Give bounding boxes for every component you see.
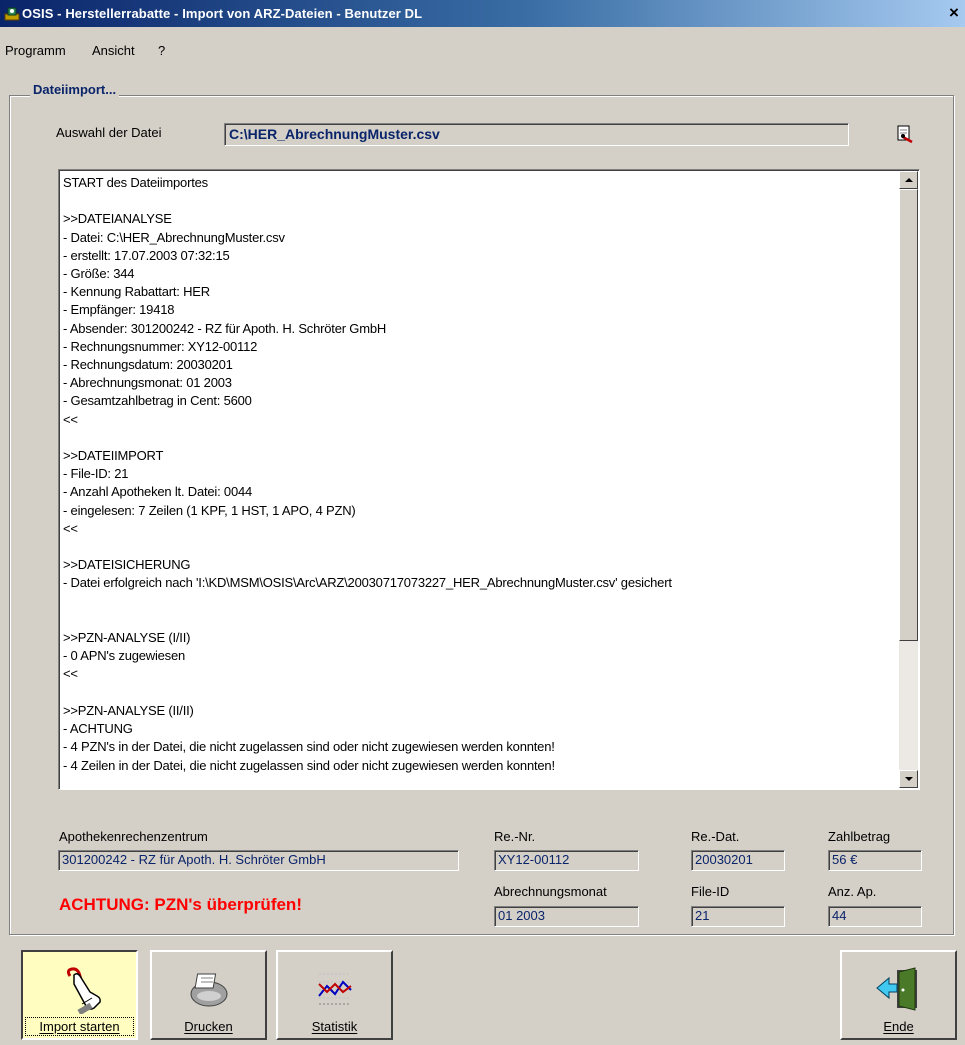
menu-help[interactable]: ? <box>158 43 165 58</box>
printer-icon <box>185 966 233 1017</box>
app-icon <box>4 5 20 24</box>
print-button[interactable]: Drucken <box>150 950 267 1040</box>
monat-field: 01 2003 <box>494 906 639 927</box>
menu-ansicht[interactable]: Ansicht <box>92 43 135 58</box>
log-line: >>PZN-ANALYSE (II/II) <box>63 702 194 718</box>
log-line: - eingelesen: 7 Zeilen (1 KPF, 1 HST, 1 … <box>63 502 356 518</box>
log-line: - Rechnungsdatum: 20030201 <box>63 357 233 373</box>
log-line: - ACHTUNG <box>63 721 133 737</box>
scroll-thumb[interactable] <box>899 189 918 641</box>
log-line: - Datei: C:\HER_AbrechnungMuster.csv <box>63 229 285 245</box>
log-scrollbar[interactable] <box>899 171 918 788</box>
fileid-label: File-ID <box>691 884 730 899</box>
file-label: Auswahl der Datei <box>56 125 162 140</box>
log-line: << <box>63 411 78 427</box>
anzap-label: Anz. Ap. <box>828 884 877 899</box>
print-label: Drucken <box>184 1019 233 1034</box>
scroll-down-icon[interactable] <box>899 770 918 788</box>
import-log[interactable]: START des Dateiimportes >>DATEIANALYSE - … <box>58 169 920 790</box>
log-line: - 4 Zeilen in der Datei, die nicht zugel… <box>63 757 555 773</box>
log-line: - Empfänger: 19418 <box>63 302 175 318</box>
zahlbetrag-label: Zahlbetrag <box>828 829 891 844</box>
log-line: START des Dateiimportes <box>63 175 208 190</box>
log-line: >>DATEISICHERUNG <box>63 557 191 573</box>
title-bar: OSIS - Herstellerrabatte - Import von AR… <box>0 0 965 27</box>
log-line: - erstellt: 17.07.2003 07:32:15 <box>63 247 230 263</box>
window-title: OSIS - Herstellerrabatte - Import von AR… <box>22 6 423 21</box>
log-line: - Größe: 344 <box>63 266 135 282</box>
log-line: - Gesamtzahlbetrag in Cent: 5600 <box>63 393 252 409</box>
log-line: - Absender: 301200242 - RZ für Apoth. H.… <box>63 320 387 336</box>
renr-label: Re.-Nr. <box>494 829 536 844</box>
groupbox-title: Dateiimport... <box>30 82 120 97</box>
anzap-field: 44 <box>828 906 922 927</box>
scroll-up-icon[interactable] <box>899 171 918 189</box>
log-line: - File-ID: 21 <box>63 466 129 482</box>
open-file-icon[interactable] <box>895 124 915 144</box>
redat-field: 20030201 <box>691 850 785 871</box>
pzn-warning: ACHTUNG: PZN's überprüfen! <box>59 895 302 914</box>
log-line: - Datei erfolgreich nach 'I:\KD\MSM\OSIS… <box>63 575 672 591</box>
monat-label: Abrechnungsmonat <box>494 884 607 899</box>
arz-label: Apothekenrechenzentrum <box>59 829 208 844</box>
exit-label: Ende <box>883 1019 914 1034</box>
exit-button[interactable]: Ende <box>840 950 957 1040</box>
log-line: << <box>63 520 78 536</box>
log-line: - Kennung Rabattart: HER <box>63 284 210 300</box>
arz-field: 301200242 - RZ für Apoth. H. Schröter Gm… <box>58 850 459 871</box>
statistics-button[interactable]: Statistik <box>276 950 393 1040</box>
renr-field: XY12-00112 <box>494 850 639 871</box>
log-line: - 4 PZN's in der Datei, die nicht zugela… <box>63 739 555 755</box>
log-text: START des Dateiimportes >>DATEIANALYSE - … <box>63 174 897 786</box>
log-line: - Abrechnungsmonat: 01 2003 <box>63 375 232 391</box>
log-line: - Anzahl Apotheken lt. Datei: 0044 <box>63 484 253 500</box>
log-line: >>PZN-ANALYSE (I/II) <box>63 630 191 646</box>
exit-door-icon <box>875 966 923 1017</box>
log-line: << <box>63 666 78 682</box>
hand-pointer-icon <box>56 966 104 1017</box>
fileid-field: 21 <box>691 906 785 927</box>
log-line: >>DATEIANALYSE <box>63 211 172 227</box>
import-start-button[interactable]: Import starten <box>21 950 138 1040</box>
import-start-label: Import starten <box>25 1017 134 1036</box>
menu-programm[interactable]: Programm <box>5 43 66 58</box>
file-path-field[interactable]: C:\HER_AbrechnungMuster.csv <box>224 123 849 146</box>
line-chart-icon <box>311 966 359 1017</box>
redat-label: Re.-Dat. <box>691 829 740 844</box>
log-line: - Rechnungsnummer: XY12-00112 <box>63 338 258 354</box>
log-line: >>DATEIIMPORT <box>63 448 164 464</box>
menu-bar: Programm Ansicht ? <box>0 27 965 58</box>
close-button[interactable]: × <box>945 4 963 22</box>
statistics-label: Statistik <box>311 1019 358 1034</box>
log-line: - 0 APN's zugewiesen <box>63 648 186 664</box>
zahlbetrag-field: 56 € <box>828 850 922 871</box>
